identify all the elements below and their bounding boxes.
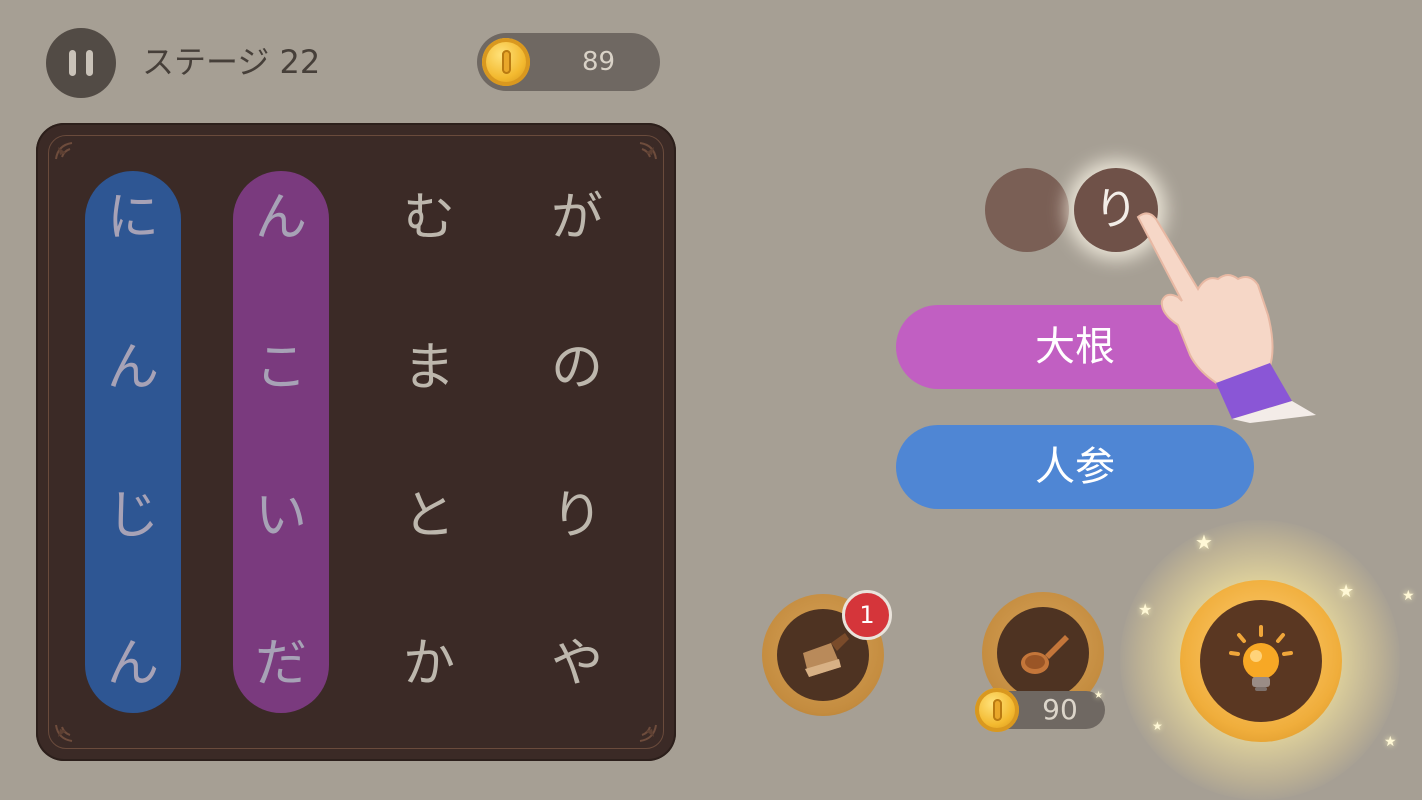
letter-cell[interactable]: じ (83, 466, 183, 566)
letter-cell[interactable]: と (379, 466, 479, 566)
letter-cell[interactable]: や (527, 614, 627, 714)
letter-cell[interactable]: ん (83, 318, 183, 418)
coin-balance: 89 (477, 33, 660, 91)
spoon-price: 90 (975, 688, 1105, 732)
letter-board: に ん む が ん こ ま の じ い と り ん だ か や (36, 123, 676, 761)
letter-cell[interactable]: い (231, 466, 331, 566)
lightbulb-icon (1229, 625, 1293, 691)
cleaver-icon (803, 633, 849, 677)
letter-cell[interactable]: だ (231, 614, 331, 714)
letter-cell[interactable]: ん (231, 168, 331, 268)
answer-ninjin: 人参 (896, 425, 1254, 509)
coin-count: 89 (581, 47, 616, 77)
input-slot-empty (985, 168, 1069, 252)
letter-cell[interactable]: こ (231, 318, 331, 418)
pause-icon (69, 50, 76, 76)
coin-icon (975, 688, 1019, 732)
letter-cell[interactable]: か (379, 614, 479, 714)
spoon-icon (1021, 635, 1069, 674)
letter-cell[interactable]: り (527, 466, 627, 566)
hint-button[interactable] (1180, 580, 1342, 742)
coin-icon (482, 38, 530, 86)
pause-button[interactable] (46, 28, 116, 98)
tutorial-hand-icon (1136, 212, 1316, 423)
letter-cell[interactable]: に (83, 168, 183, 268)
letter-cell[interactable]: む (379, 168, 479, 268)
letter-cell[interactable]: が (527, 168, 627, 268)
cleaver-count-badge: 1 (842, 590, 892, 640)
stage-label: ステージ 22 (142, 43, 321, 81)
letter-cell[interactable]: の (527, 318, 627, 418)
letter-cell[interactable]: ま (379, 318, 479, 418)
letter-cell[interactable]: ん (83, 614, 183, 714)
